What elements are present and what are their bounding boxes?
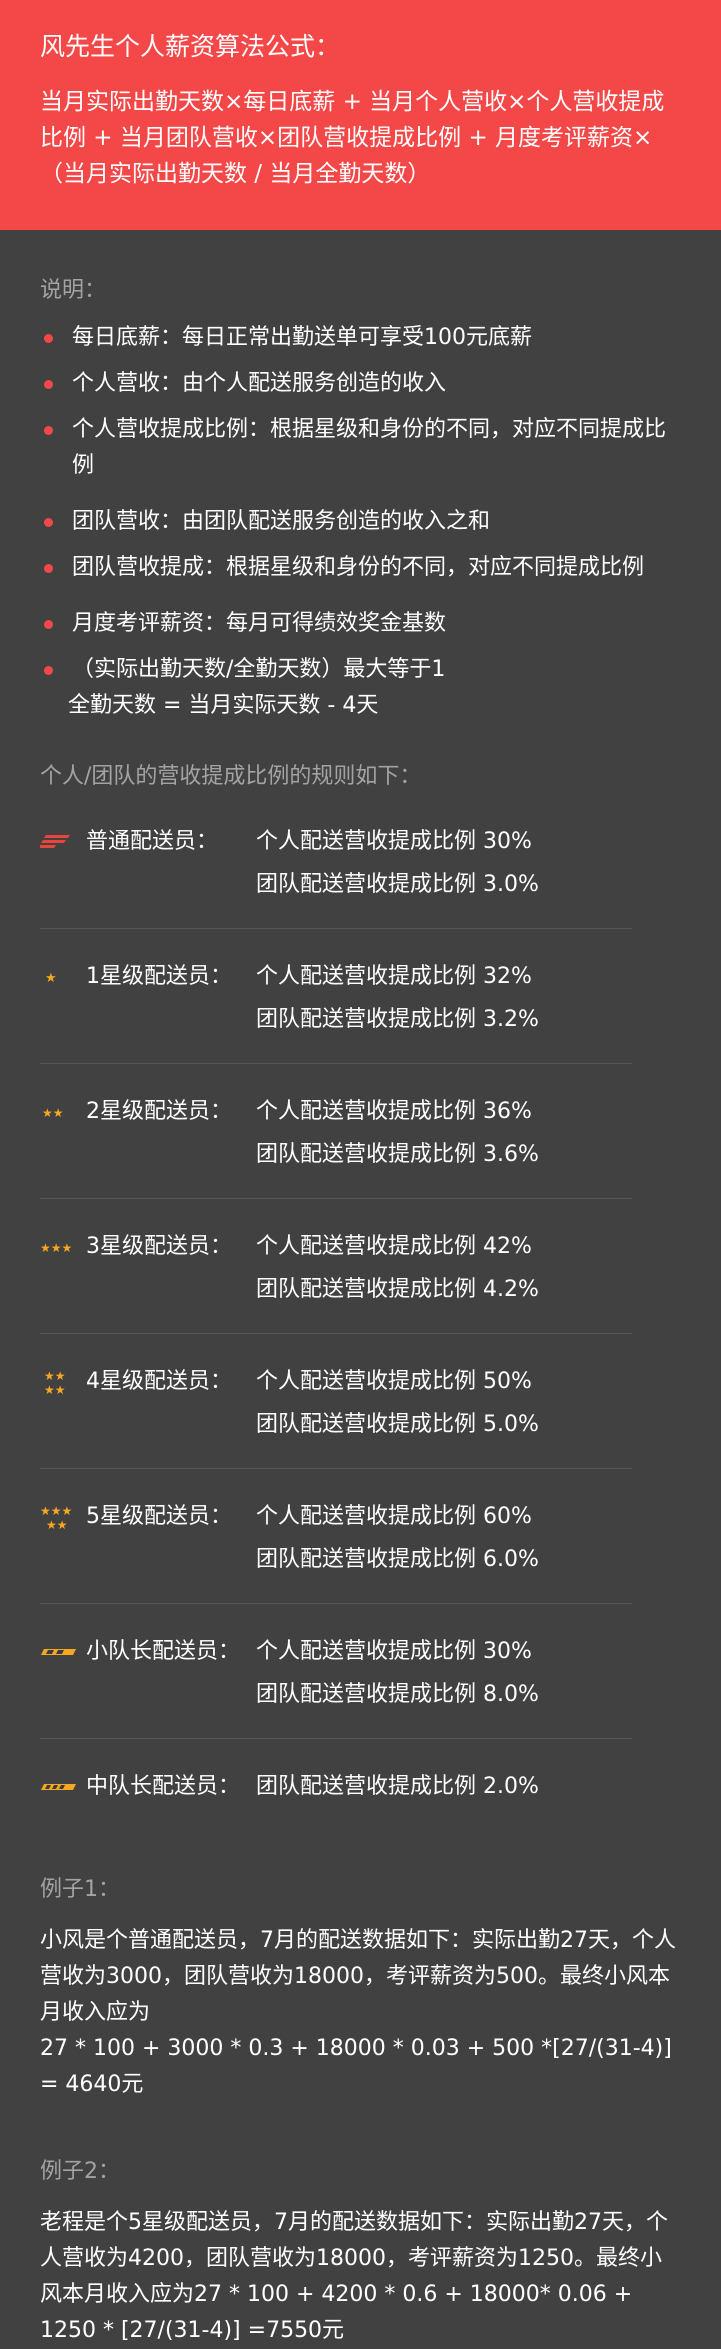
bullet-dot [44, 666, 53, 675]
example1-text: 小风是个普通配送员，7月的配送数据如下：实际出勤27天，个人营收为3000，团队… [40, 1928, 676, 2097]
notes-list: 每日底薪：每日正常出勤送单可享受100元底薪 个人营收：由个人配送服务创造的收入… [40, 320, 681, 724]
note-item: 每日底薪：每日正常出勤送单可享受100元底薪 [40, 320, 681, 356]
rule-row: 普通配送员： 个人配送营收提成比例 30% 团队配送营收提成比例 3.0% [40, 818, 632, 929]
rule-row: ★★ ★★ 4星级配送员： 个人配送营收提成比例 50% 团队配送营收提成比例 5.… [40, 1358, 632, 1469]
note-item: 月度考评薪资：每月可得绩效奖金基数 [40, 606, 681, 642]
note-item: 个人营收提成比例：根据星级和身份的不同，对应不同提成比例 [40, 412, 681, 484]
note-item: （实际出勤天数/全勤天数）最大等于1 全勤天数 = 当月实际天数 - 4天 [40, 652, 681, 724]
bullet-dot [44, 620, 53, 629]
star-5-icon: ★★★ ★★ [40, 1497, 86, 1537]
rule-row: ★★★ ★★ 5星级配送员： 个人配送营收提成比例 60% 团队配送营收提成比例 6… [40, 1493, 632, 1604]
wing-icon [40, 822, 86, 862]
captain-badge-icon [40, 1767, 86, 1807]
bullet-dot [44, 380, 53, 389]
svg-text:★★★: ★★★ [40, 1504, 72, 1518]
rule-row: ★★ 2星级配送员： 个人配送营收提成比例 36% 团队配送营收提成比例 3.6% [40, 1088, 632, 1199]
notes-label: 说明： [40, 278, 107, 303]
note-item: 团队营收：由团队配送服务创造的收入之和 [40, 504, 681, 540]
example1-label: 例子1： [40, 1877, 120, 1902]
formula-header: 风先生个人薪资算法公式： 当月实际出勤天数×每日底薪 + 当月个人营收×个人营收… [0, 0, 721, 230]
note-item: 个人营收：由个人配送服务创造的收入 [40, 366, 681, 402]
header-title: 风先生个人薪资算法公式： [40, 32, 341, 61]
bullet-dot [44, 564, 53, 573]
salary-formula: 当月实际出勤天数×每日底薪 + 当月个人营收×个人营收提成比例 + 当月团队营收… [40, 89, 665, 187]
rules-label: 个人/团队的营收提成比例的规则如下： [40, 764, 422, 789]
svg-text:★★: ★★ [44, 1383, 66, 1396]
rules-table: 普通配送员： 个人配送营收提成比例 30% 团队配送营收提成比例 3.0% ★ 1… [40, 818, 632, 1827]
example2-text: 老程是个5星级配送员，7月的配送数据如下：实际出勤27天，个人营收为4200，团… [40, 2210, 668, 2343]
rule-row: 中队长配送员： 团队配送营收提成比例 2.0% [40, 1763, 632, 1827]
star-1-icon: ★ [40, 957, 86, 997]
rule-row: ★★★ 3星级配送员： 个人配送营收提成比例 42% 团队配送营收提成比例 4.2… [40, 1223, 632, 1334]
example2-label: 例子2： [40, 2159, 120, 2184]
star-2-icon: ★★ [40, 1092, 86, 1132]
squad-badge-icon [40, 1632, 86, 1672]
rule-row: 小队长配送员： 个人配送营收提成比例 30% 团队配送营收提成比例 8.0% [40, 1628, 632, 1739]
star-3-icon: ★★★ [40, 1227, 86, 1267]
svg-text:★★: ★★ [42, 1106, 64, 1119]
bullet-dot [44, 334, 53, 343]
svg-text:★★: ★★ [44, 1369, 66, 1383]
bullet-dot [44, 426, 53, 435]
svg-text:★★★: ★★★ [40, 1241, 72, 1254]
rule-row: ★ 1星级配送员： 个人配送营收提成比例 32% 团队配送营收提成比例 3.2% [40, 953, 632, 1064]
svg-text:★: ★ [45, 971, 57, 984]
note-item: 团队营收提成：根据星级和身份的不同，对应不同提成比例 [40, 550, 681, 586]
svg-text:★★: ★★ [46, 1518, 68, 1531]
bullet-dot [44, 518, 53, 527]
star-4-icon: ★★ ★★ [40, 1362, 86, 1402]
notes-section: 说明： 每日底薪：每日正常出勤送单可享受100元底薪 个人营收：由个人配送服务创… [0, 276, 721, 2349]
